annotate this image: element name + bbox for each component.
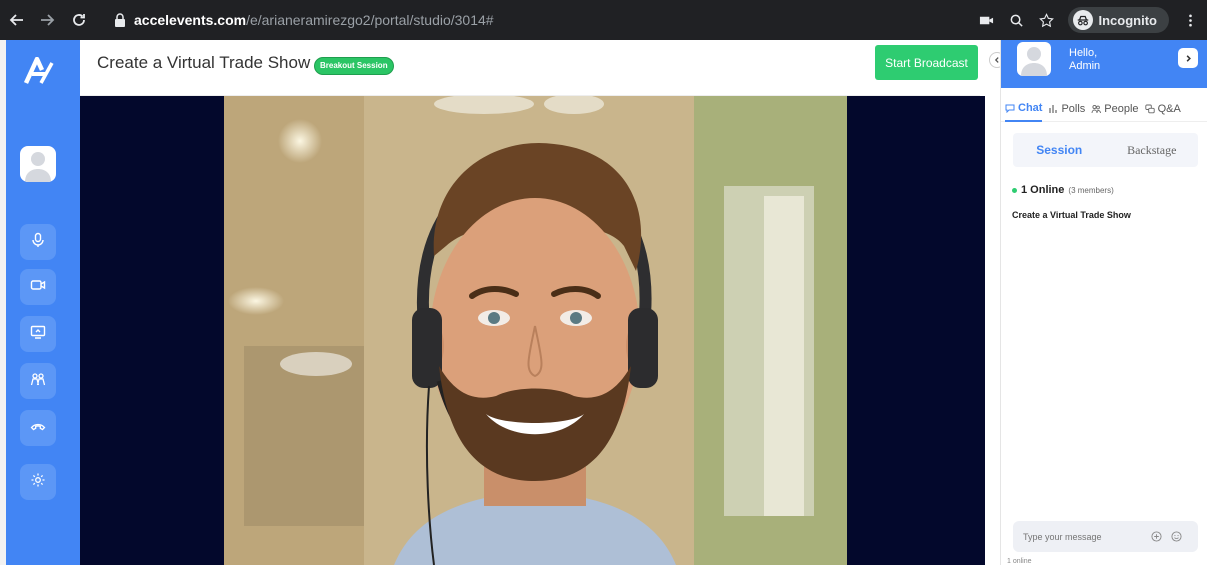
people-icon [1091, 104, 1102, 113]
user-avatar[interactable] [1017, 42, 1051, 76]
expand-panel-button[interactable] [1178, 48, 1198, 68]
screen-share-button[interactable] [20, 316, 56, 352]
profile-label: Incognito [1098, 12, 1158, 28]
forward-icon[interactable] [36, 9, 58, 31]
message-input[interactable] [1023, 531, 1143, 542]
panel-tabs: Chat Polls People Q&A [1001, 96, 1207, 122]
studio-header: Create a Virtual Trade Show Breakout Ses… [80, 40, 980, 96]
online-status: 1 Online (3 members) [1012, 184, 1114, 196]
back-icon[interactable] [6, 9, 28, 31]
chevron-right-icon [1186, 54, 1191, 62]
qa-icon [1144, 104, 1155, 113]
video-camera-icon [30, 277, 46, 298]
member-count: (3 members) [1068, 185, 1114, 195]
address-bar[interactable]: accelevents.com/e/arianeramirezgo2/porta… [104, 6, 984, 34]
gear-icon [30, 472, 46, 493]
emoji-button[interactable] [1169, 530, 1183, 544]
polls-icon [1049, 104, 1058, 113]
start-broadcast-button[interactable]: Start Broadcast [875, 45, 978, 80]
phone-hangup-icon [30, 418, 46, 439]
tab-qa[interactable]: Q&A [1144, 96, 1181, 122]
chat-icon [1005, 104, 1015, 113]
tab-people[interactable]: People [1091, 96, 1139, 122]
hang-up-button[interactable] [20, 410, 56, 446]
participant-video [224, 96, 847, 565]
incognito-profile-button[interactable]: Incognito [1067, 7, 1169, 33]
avatar[interactable] [20, 146, 56, 182]
camera-button[interactable] [20, 269, 56, 305]
online-footer-status: 1 online [1007, 558, 1032, 565]
emoji-icon [1170, 531, 1182, 542]
plus-circle-icon [1150, 531, 1162, 542]
chat-scope-toggle: Session Backstage [1013, 133, 1198, 167]
browser-toolbar: accelevents.com/e/arianeramirezgo2/porta… [0, 0, 1207, 40]
chat-panel: Hello, Admin Chat Polls People Q&A Sessi… [1000, 40, 1207, 565]
accelevents-logo-icon[interactable] [22, 56, 56, 85]
reload-icon[interactable] [68, 9, 90, 31]
add-attachment-button[interactable] [1149, 530, 1163, 544]
online-count: 1 Online [1021, 184, 1065, 196]
greeting-text: Hello, [1069, 47, 1098, 59]
segment-session[interactable]: Session [1013, 143, 1106, 157]
screen-share-icon [30, 324, 46, 345]
session-type-badge: Breakout Session [314, 57, 394, 75]
settings-button[interactable] [20, 464, 56, 500]
chrome-menu-icon[interactable] [1181, 11, 1199, 29]
url-path: /e/arianeramirezgo2/portal/studio/3014# [246, 12, 494, 28]
tab-polls[interactable]: Polls [1048, 96, 1085, 122]
message-composer [1013, 521, 1198, 552]
page-title: Create a Virtual Trade Show [97, 53, 311, 72]
bookmark-star-icon[interactable] [1038, 11, 1056, 29]
participants-button[interactable] [20, 363, 56, 399]
video-stage [80, 96, 985, 565]
tab-chat[interactable]: Chat [1005, 96, 1043, 122]
camera-indicator-icon[interactable] [978, 11, 996, 29]
url-domain: accelevents.com [134, 12, 247, 28]
microphone-icon [30, 232, 46, 253]
user-name: Admin [1069, 60, 1101, 72]
session-name: Create a Virtual Trade Show [1012, 210, 1131, 220]
lock-icon [114, 13, 126, 27]
online-dot-icon [1012, 187, 1017, 193]
segment-backstage[interactable]: Backstage [1106, 143, 1199, 158]
people-icon [30, 371, 46, 392]
studio-sidebar [0, 40, 80, 565]
participant-video-illustration [224, 96, 847, 565]
incognito-icon [1072, 10, 1093, 30]
microphone-button[interactable] [20, 224, 56, 260]
zoom-icon[interactable] [1008, 11, 1026, 29]
panel-user-header: Hello, Admin [1001, 40, 1207, 88]
